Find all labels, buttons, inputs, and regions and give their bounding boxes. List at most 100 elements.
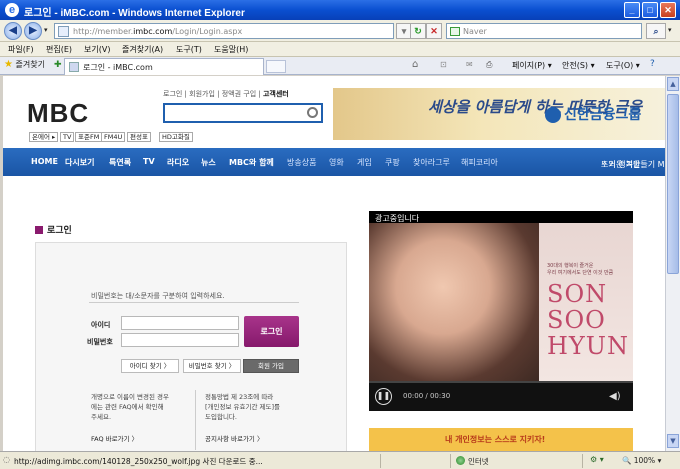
nav-game[interactable]: 게임 <box>357 157 372 168</box>
forward-button[interactable]: ▶ <box>24 22 42 40</box>
search-box[interactable]: Naver <box>446 23 642 39</box>
globe-icon <box>456 456 465 465</box>
nav-replay[interactable]: 다시보기 <box>65 157 94 168</box>
rename-notice: 개명으로 이름이 변경된 경우 에는 관련 FAQ에서 확인해 주세요. <box>91 393 169 421</box>
nav-tv[interactable]: TV <box>143 157 155 166</box>
search-icon[interactable] <box>307 107 318 118</box>
top-login-link[interactable]: 로그인 <box>163 90 182 98</box>
address-toolbar: ◀ ▶ ▾ http://member.imbc.com/Login/Login… <box>0 20 680 42</box>
menu-help[interactable]: 도움말(H) <box>214 44 248 55</box>
naver-search-icon <box>450 27 460 36</box>
new-tab-button[interactable] <box>266 60 286 73</box>
nav-special[interactable]: 특연록 <box>109 157 131 168</box>
nav-news[interactable]: 뉴스 <box>201 157 216 168</box>
find-password-button[interactable]: 비밀번호 찾기 〉 <box>183 359 241 373</box>
close-button[interactable]: ✕ <box>660 2 676 18</box>
refresh-icon[interactable]: ↻ <box>410 23 426 39</box>
top-pass-link[interactable]: 정액권 구입 <box>222 90 256 98</box>
video-controls: ❚❚ 00:00 / 00:30 ◀) <box>369 383 633 411</box>
id-label: 아이디 <box>91 321 111 329</box>
mbc-logo[interactable]: MBC <box>27 98 89 129</box>
faq-link[interactable]: FAQ 바로가기 〉 <box>91 433 138 443</box>
nav-products[interactable]: 방송상품 <box>287 157 316 168</box>
shinhan-logo-icon <box>545 107 561 124</box>
scroll-thumb[interactable] <box>667 94 679 274</box>
top-links: 로그인 | 회원가입 | 정액권 구입 | 고객센터 <box>163 90 289 98</box>
loading-icon: ◌ <box>3 455 10 464</box>
search-options-icon[interactable]: ▾ <box>668 26 672 34</box>
password-hint: 비밀번호는 대/소문자를 구분하여 입력하세요. <box>91 292 225 300</box>
nav-happy-korea[interactable]: 해피코리아 <box>461 157 498 168</box>
minimize-button[interactable]: _ <box>624 2 640 18</box>
nav-home[interactable]: HOME <box>31 157 58 166</box>
page-icon <box>58 26 69 37</box>
tools-menu[interactable]: 도구(O) ▾ <box>606 60 640 71</box>
add-favorite-icon[interactable]: ✚ <box>54 60 62 70</box>
tab-login[interactable]: 로그인 - iMBC.com <box>64 58 264 75</box>
privacy-notice: 정통망법 제 23조에 따라 [개인정보 유효기간 제도]를 도입합니다. <box>205 393 280 421</box>
video-ad-player[interactable]: 광고중입니다 30대의 행복이 즐거운 우리 여기에서도 단연 이것 만큼 SON… <box>369 211 633 411</box>
safety-menu[interactable]: 안전(S) ▾ <box>562 60 595 71</box>
notice-divider <box>195 390 196 450</box>
search-go-icon[interactable]: ⌕ <box>646 23 666 39</box>
main-nav: HOME 다시보기 특연록 TV 라디오 뉴스 MBC와 함께 방송상품 영화 … <box>3 148 665 176</box>
nav-coupang[interactable]: 쿠팡 <box>385 157 400 168</box>
hd-link[interactable]: HD고화질 <box>159 132 193 142</box>
menu-tools[interactable]: 도구(T) <box>176 44 202 55</box>
status-message: http://adimg.imbc.com/140128_250x250_wol… <box>14 457 263 466</box>
id-input[interactable] <box>121 316 239 330</box>
feeds-icon[interactable]: ⊡ <box>440 60 447 69</box>
page-viewport: MBC 온에어 ▸ TV 표준FM FM4U 편성표 HD고화질 로그인 | 회… <box>3 76 665 451</box>
security-zone[interactable]: 인터넷 <box>456 456 489 467</box>
site-search-input[interactable] <box>163 103 323 123</box>
address-bar[interactable]: http://member.imbc.com/Login/Login.aspx <box>54 23 394 39</box>
join-button[interactable]: 회원 가입 <box>243 359 299 373</box>
shinhan-banner[interactable]: 세상을 아름답게 하는 따뜻한 금융 신한금융그룹 <box>333 88 665 140</box>
favorites-button[interactable]: ★ 즐겨찾기 <box>4 59 45 70</box>
tv-link[interactable]: TV <box>60 132 75 142</box>
window-title: 로그인 - iMBC.com - Windows Internet Explor… <box>24 8 245 19</box>
fm4u-link[interactable]: FM4U <box>101 132 126 142</box>
tab-page-icon <box>69 62 79 72</box>
menu-file[interactable]: 파일(F) <box>8 44 34 55</box>
star-icon: ★ <box>4 59 13 70</box>
find-id-button[interactable]: 아이디 찾기 〉 <box>121 359 179 373</box>
nav-find-group[interactable]: 찾아라그루 <box>413 157 450 168</box>
search-placeholder: Naver <box>463 27 487 36</box>
pause-icon[interactable]: ❚❚ <box>375 388 392 405</box>
schedule-link[interactable]: 편성표 <box>127 132 151 142</box>
top-join-link[interactable]: 회원가입 <box>189 90 215 98</box>
nav-radio[interactable]: 라디오 <box>167 157 189 168</box>
back-button[interactable]: ◀ <box>4 22 22 40</box>
title-bar: e 로그인 - iMBC.com - Windows Internet Expl… <box>0 0 680 20</box>
print-icon[interactable]: ⎙ <box>486 60 492 70</box>
help-icon[interactable]: ? <box>650 59 655 69</box>
nav-movie[interactable]: 영화 <box>329 157 344 168</box>
recent-pages-dropdown-icon[interactable]: ▾ <box>44 26 48 34</box>
onair-link[interactable]: 온에어 ▸ <box>29 132 59 142</box>
home-icon[interactable]: ⌂ <box>412 59 418 70</box>
privacy-banner[interactable]: 내 개인정보는 스스로 지키자! <box>369 428 633 451</box>
nav-with-mbc[interactable]: MBC와 함께 <box>229 157 274 168</box>
tab-title: 로그인 - iMBC.com <box>83 63 153 72</box>
status-bar: ◌ http://adimg.imbc.com/140128_250x250_w… <box>0 451 680 469</box>
vertical-scrollbar[interactable]: ▲ ▼ <box>665 76 680 451</box>
menu-edit[interactable]: 편집(E) <box>46 44 72 55</box>
scroll-up-icon[interactable]: ▲ <box>667 77 679 91</box>
password-input[interactable] <box>121 333 239 347</box>
page-menu[interactable]: 페이지(P) ▾ <box>512 60 552 71</box>
zoom-level[interactable]: 🔍 100% ▾ <box>622 456 661 465</box>
menu-view[interactable]: 보기(V) <box>84 44 110 55</box>
stop-icon[interactable]: ✕ <box>426 23 442 39</box>
maximize-button[interactable]: □ <box>642 2 658 18</box>
login-button[interactable]: 로그인 <box>244 316 299 347</box>
scroll-down-icon[interactable]: ▼ <box>667 434 679 448</box>
notice-link[interactable]: 공지사항 바로가기 〉 <box>205 433 263 443</box>
volume-icon[interactable]: ◀) <box>609 391 621 402</box>
protected-mode-icon[interactable]: ⚙ ▾ <box>590 455 604 464</box>
mail-icon[interactable]: ✉ <box>466 60 473 69</box>
standard-fm-link[interactable]: 표준FM <box>75 132 103 142</box>
tab-bar: ★ 즐겨찾기 ✚ 로그인 - iMBC.com ⌂ ⊡ ✉ ⎙ 페이지(P) ▾… <box>0 57 680 75</box>
menu-favorites[interactable]: 즐겨찾기(A) <box>122 44 163 55</box>
top-support-link[interactable]: 고객센터 <box>263 90 289 98</box>
